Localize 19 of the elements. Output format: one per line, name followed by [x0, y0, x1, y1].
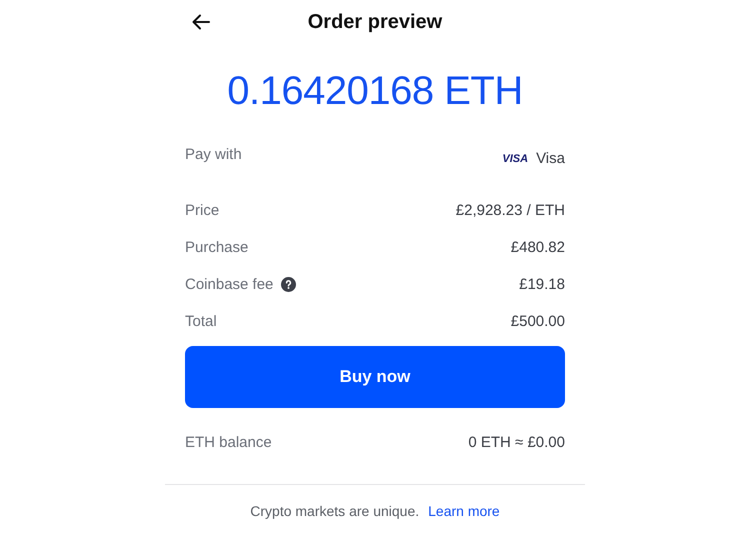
learn-more-link[interactable]: Learn more: [428, 503, 500, 519]
page-title: Order preview: [308, 10, 442, 34]
row-label: Coinbase fee: [185, 276, 274, 293]
row-label: Pay with: [185, 146, 242, 163]
balance-value: 0 ETH ≈ £0.00: [468, 434, 565, 450]
balance-label: ETH balance: [185, 434, 272, 450]
card-logo: VISA: [502, 152, 528, 164]
row-label: Purchase: [185, 239, 248, 256]
buy-button[interactable]: Buy now: [185, 346, 565, 408]
row-value: £480.82: [510, 239, 565, 256]
disclaimer-text: Crypto markets are unique.: [250, 503, 420, 519]
row-label: Price: [185, 202, 220, 219]
row-value: £2,928.23 / ETH: [456, 202, 565, 219]
crypto-amount: 0.16420168 ETH: [226, 68, 524, 115]
help-icon[interactable]: [281, 277, 296, 292]
row-value: Visa: [536, 150, 565, 167]
row-value: £500.00: [510, 313, 565, 330]
row-label: Total: [185, 313, 217, 330]
row-value: £19.18: [519, 276, 565, 293]
